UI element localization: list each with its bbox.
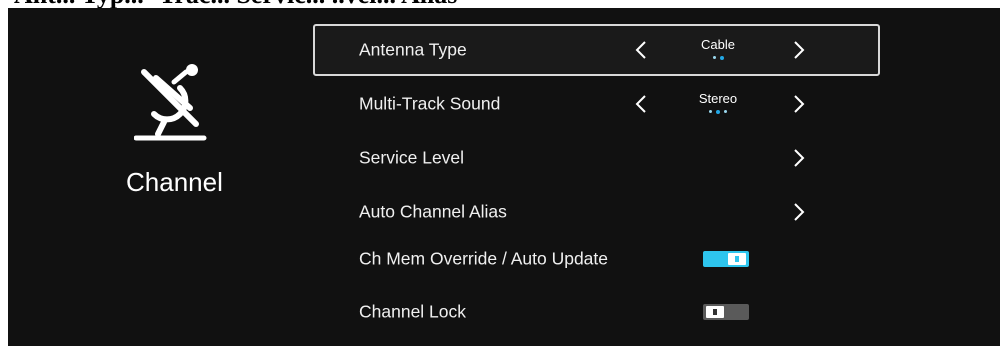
menu-item-auto-channel-alias[interactable]: Auto Channel Alias <box>313 186 880 238</box>
option-dot-active <box>716 109 720 114</box>
menu-item-label: Antenna Type <box>359 39 467 60</box>
option-position-dots <box>683 55 753 60</box>
toggle-knob <box>706 306 724 318</box>
option-dot-active <box>719 55 724 60</box>
option-dot <box>712 55 716 59</box>
option-value: Cable <box>683 37 753 60</box>
satellite-dish-off-icon <box>134 64 207 141</box>
option-value: Stereo <box>683 91 753 114</box>
chevron-right-icon[interactable] <box>792 40 806 60</box>
menu-item-label: Ch Mem Override / Auto Update <box>359 248 608 269</box>
toggle-switch-on[interactable] <box>703 251 749 267</box>
chevron-left-icon[interactable] <box>634 94 648 114</box>
menu-item-multi-track-sound[interactable]: Multi-Track Sound Stereo <box>313 78 880 130</box>
tv-settings-screen: Channel Antenna Type Cable Multi-Track S… <box>8 8 1000 346</box>
toggle-knob <box>728 253 746 265</box>
menu-item-service-level[interactable]: Service Level <box>313 132 880 184</box>
option-dot <box>724 109 727 113</box>
section-title: Channel <box>126 167 223 197</box>
chevron-right-icon[interactable] <box>792 148 806 168</box>
menu-item-ch-mem-override[interactable]: Ch Mem Override / Auto Update <box>313 233 880 285</box>
option-value-text: Cable <box>701 36 735 52</box>
toggle-switch-off[interactable] <box>703 304 749 320</box>
menu-item-channel-lock[interactable]: Channel Lock <box>313 286 880 338</box>
chevron-right-icon[interactable] <box>792 94 806 114</box>
option-position-dots <box>683 109 753 114</box>
menu-item-label: Auto Channel Alias <box>359 201 507 222</box>
menu-item-label: Channel Lock <box>359 301 467 322</box>
menu-item-label: Multi-Track Sound <box>359 93 501 114</box>
chevron-right-icon[interactable] <box>792 202 806 222</box>
chevron-left-icon[interactable] <box>634 40 648 60</box>
option-value-text: Stereo <box>698 90 738 106</box>
option-dot <box>709 109 712 113</box>
menu-item-antenna-type[interactable]: Antenna Type Cable <box>313 24 880 76</box>
menu-item-label: Service Level <box>359 147 465 168</box>
